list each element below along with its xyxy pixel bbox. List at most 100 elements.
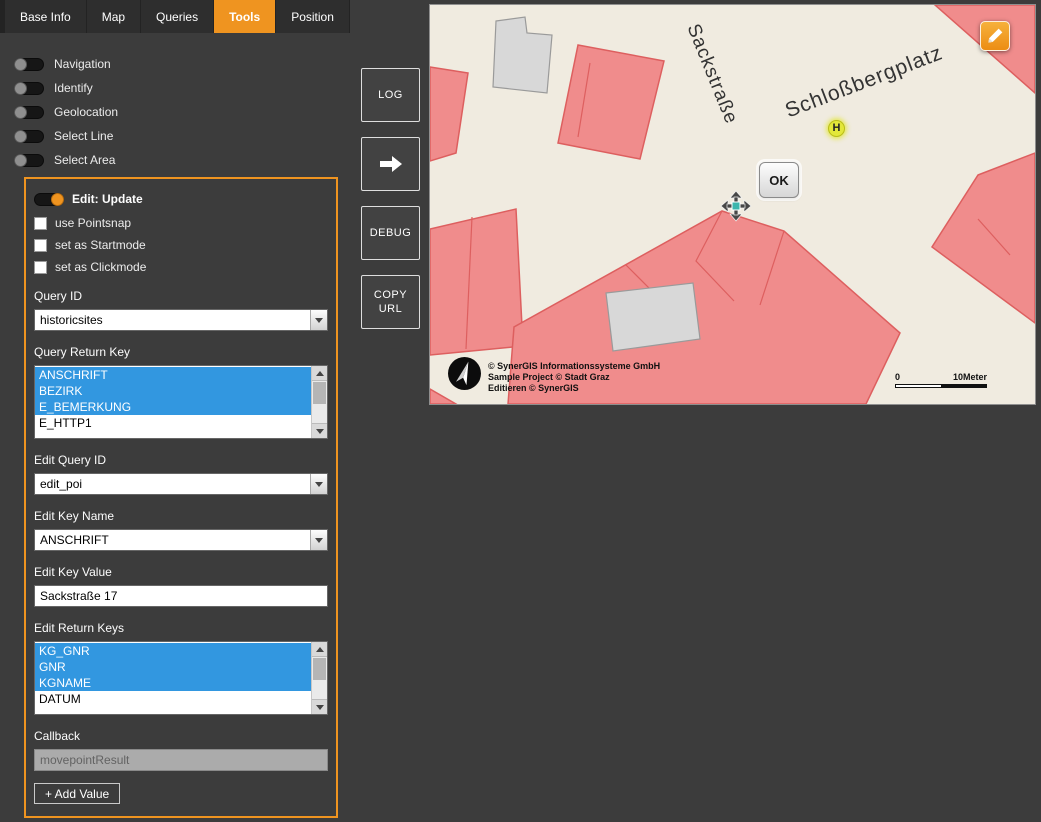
- checkbox-label: set as Clickmode: [55, 260, 146, 274]
- next-step-button[interactable]: [361, 137, 420, 191]
- attribution-line: Editieren © SynerGIS: [488, 383, 660, 394]
- pencil-icon: [984, 25, 1006, 47]
- edit-key-name-value: ANSCHRIFT: [35, 530, 327, 550]
- edit-query-id-select[interactable]: edit_poi: [34, 473, 328, 495]
- checkbox-label: use Pointsnap: [55, 216, 131, 230]
- toggle-knob: [51, 193, 64, 206]
- edit-update-toggle[interactable]: [34, 193, 64, 206]
- set-as-startmode-checkbox[interactable]: [34, 239, 47, 252]
- mode-label: Select Line: [54, 129, 113, 143]
- query-id-value: historicsites: [35, 310, 327, 330]
- chevron-down-icon: [315, 538, 323, 543]
- toggle-knob: [14, 130, 27, 143]
- edit-return-keys-label: Edit Return Keys: [34, 621, 328, 636]
- listbox-items: KG_GNR GNR KGNAME DATUM: [35, 642, 311, 707]
- mode-row-identify: Identify: [14, 76, 118, 100]
- list-item[interactable]: BEZIRK: [35, 383, 311, 399]
- select-line-toggle[interactable]: [14, 130, 44, 143]
- scroll-down-button[interactable]: [312, 423, 327, 438]
- query-return-key-label: Query Return Key: [34, 345, 328, 360]
- dropdown-button[interactable]: [310, 530, 327, 550]
- edit-update-header: Edit: Update: [34, 189, 328, 209]
- chevron-down-icon: [316, 429, 324, 434]
- edit-query-id-label: Edit Query ID: [34, 453, 328, 468]
- mode-row-navigation: Navigation: [14, 52, 118, 76]
- add-value-button[interactable]: + Add Value: [34, 783, 120, 804]
- scale-end-label: 10Meter: [953, 372, 987, 382]
- h-point-marker: H: [828, 120, 845, 137]
- mode-row-select-area: Select Area: [14, 148, 118, 172]
- startmode-row: set as Startmode: [34, 237, 328, 253]
- edit-key-name-select[interactable]: ANSCHRIFT: [34, 529, 328, 551]
- scale-start-label: 0: [895, 372, 900, 382]
- side-button-column: LOG DEBUG COPY URL: [361, 68, 420, 329]
- edit-return-keys-listbox[interactable]: KG_GNR GNR KGNAME DATUM: [34, 641, 328, 715]
- mode-label: Identify: [54, 81, 93, 95]
- attribution-line: © SynerGIS Informationssysteme GmbH: [488, 361, 660, 372]
- pointsnap-row: use Pointsnap: [34, 215, 328, 231]
- scroll-up-button[interactable]: [312, 366, 327, 381]
- copy-url-button[interactable]: COPY URL: [361, 275, 420, 329]
- ok-button[interactable]: OK: [759, 162, 799, 198]
- navigation-toggle[interactable]: [14, 58, 44, 71]
- tab-position[interactable]: Position: [276, 0, 349, 33]
- move-icon: [720, 190, 752, 222]
- tab-base-info[interactable]: Base Info: [5, 0, 86, 33]
- attribution-line: Sample Project © Stadt Graz: [488, 372, 660, 383]
- list-item[interactable]: DATUM: [35, 691, 311, 707]
- identify-toggle[interactable]: [14, 82, 44, 95]
- tab-map[interactable]: Map: [87, 0, 140, 33]
- debug-button[interactable]: DEBUG: [361, 206, 420, 260]
- log-button[interactable]: LOG: [361, 68, 420, 122]
- edit-update-title: Edit: Update: [72, 192, 143, 206]
- query-id-label: Query ID: [34, 289, 328, 304]
- chevron-up-icon: [316, 647, 324, 652]
- checkbox-label: set as Startmode: [55, 238, 146, 252]
- toggle-knob: [14, 106, 27, 119]
- edit-key-value-label: Edit Key Value: [34, 565, 328, 580]
- mode-toggle-list: Navigation Identify Geolocation Select L…: [14, 52, 118, 172]
- geolocation-toggle[interactable]: [14, 106, 44, 119]
- scrollbar-thumb[interactable]: [313, 382, 326, 404]
- edit-update-panel: Edit: Update use Pointsnap set as Startm…: [24, 177, 338, 818]
- list-item[interactable]: E_HTTP1: [35, 415, 311, 431]
- scroll-down-button[interactable]: [312, 699, 327, 714]
- chevron-down-icon: [315, 318, 323, 323]
- dropdown-button[interactable]: [310, 310, 327, 330]
- callback-input: [34, 749, 328, 771]
- mode-row-select-line: Select Line: [14, 124, 118, 148]
- tab-tools[interactable]: Tools: [214, 0, 275, 33]
- edit-key-value-input[interactable]: [34, 585, 328, 607]
- list-item[interactable]: ANSCHRIFT: [35, 367, 311, 383]
- edit-key-name-label: Edit Key Name: [34, 509, 328, 524]
- app-window: Base Info Map Queries Tools Position Nav…: [0, 0, 1041, 822]
- list-item[interactable]: GNR: [35, 659, 311, 675]
- query-id-select[interactable]: historicsites: [34, 309, 328, 331]
- mode-label: Navigation: [54, 57, 111, 71]
- list-item[interactable]: KG_GNR: [35, 643, 311, 659]
- scrollbar[interactable]: [311, 642, 327, 714]
- chevron-down-icon: [315, 482, 323, 487]
- scale-bar: 0 10Meter: [895, 372, 987, 388]
- scale-segment: [896, 385, 941, 387]
- scrollbar-thumb[interactable]: [313, 658, 326, 680]
- mode-label: Select Area: [54, 153, 115, 167]
- tab-queries[interactable]: Queries: [141, 0, 213, 33]
- scrollbar[interactable]: [311, 366, 327, 438]
- select-area-toggle[interactable]: [14, 154, 44, 167]
- move-crosshair-marker[interactable]: [720, 190, 752, 222]
- query-return-key-listbox[interactable]: ANSCHRIFT BEZIRK E_BEMERKUNG E_HTTP1: [34, 365, 328, 439]
- edit-query-id-value: edit_poi: [35, 474, 327, 494]
- list-item[interactable]: KGNAME: [35, 675, 311, 691]
- dropdown-button[interactable]: [310, 474, 327, 494]
- edit-tool-button[interactable]: [980, 21, 1010, 51]
- callback-label: Callback: [34, 729, 328, 744]
- map-viewport[interactable]: Sackstraße Schloßbergplatz H OK: [430, 5, 1035, 404]
- set-as-clickmode-checkbox[interactable]: [34, 261, 47, 274]
- toggle-knob: [14, 154, 27, 167]
- use-pointsnap-checkbox[interactable]: [34, 217, 47, 230]
- mode-label: Geolocation: [54, 105, 118, 119]
- scroll-up-button[interactable]: [312, 642, 327, 657]
- arrow-right-icon: [378, 153, 404, 175]
- list-item[interactable]: E_BEMERKUNG: [35, 399, 311, 415]
